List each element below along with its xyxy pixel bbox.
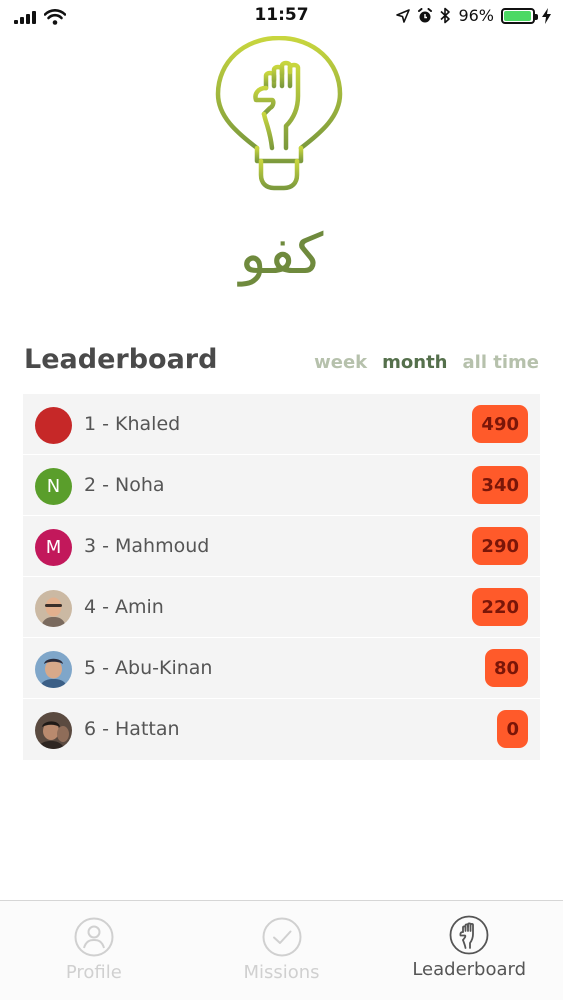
battery-icon	[501, 7, 538, 24]
user-icon	[74, 917, 114, 957]
person-photo-icon	[35, 712, 72, 749]
filter-week[interactable]: week	[314, 352, 367, 373]
alarm-icon	[418, 7, 433, 22]
leaderboard-row[interactable]: 1 - Khaled 490	[23, 394, 540, 455]
person-photo-icon	[35, 590, 72, 627]
leaderboard-list: 1 - Khaled 490 N 2 - Noha 340 M 3 - Mahm…	[23, 394, 540, 760]
score-badge: 0	[497, 710, 528, 748]
period-filters: week month all time	[314, 352, 539, 373]
leaderboard-row[interactable]: M 3 - Mahmoud 290	[23, 516, 540, 577]
avatar-photo	[35, 590, 72, 627]
bluetooth-icon	[440, 7, 451, 24]
brand-name: كفو	[239, 222, 324, 287]
leaderboard-row[interactable]: N 2 - Noha 340	[23, 455, 540, 516]
score-badge: 220	[472, 588, 528, 626]
avatar: M	[35, 529, 72, 566]
battery-tip	[535, 13, 538, 20]
player-name: 6 - Hattan	[84, 718, 180, 740]
charging-icon	[542, 7, 551, 24]
avatar-initial: N	[46, 476, 61, 497]
tab-profile[interactable]: Profile	[0, 901, 188, 1000]
tab-leaderboard[interactable]: Leaderboard	[375, 901, 563, 1000]
leaderboard-row[interactable]: 6 - Hattan 0	[23, 699, 540, 760]
player-name: 2 - Noha	[84, 474, 165, 496]
score-badge: 290	[472, 527, 528, 565]
battery-percent: 96%	[458, 6, 494, 25]
player-name: 5 - Abu-Kinan	[84, 657, 213, 679]
checkmark-circle-icon	[262, 917, 301, 957]
location-icon	[396, 8, 411, 23]
person-photo-icon	[35, 651, 72, 688]
avatar: N	[35, 468, 72, 505]
battery-level	[504, 10, 531, 21]
tab-bar: Profile Missions Leaderboard	[0, 900, 563, 1000]
tab-label: Leaderboard	[412, 959, 527, 980]
fist-lightbulb-icon	[215, 36, 343, 191]
player-name: 3 - Mahmoud	[84, 535, 210, 557]
tab-label: Missions	[243, 962, 320, 983]
score-badge: 490	[472, 405, 528, 443]
tab-missions[interactable]: Missions	[188, 901, 376, 1000]
score-badge: 80	[484, 649, 528, 687]
status-bar: 11:57 96%	[0, 0, 563, 34]
player-name: 4 - Amin	[84, 596, 164, 618]
fist-icon	[449, 915, 489, 955]
filter-all-time[interactable]: all time	[463, 352, 540, 373]
avatar-photo	[35, 651, 72, 688]
avatar	[35, 407, 72, 444]
tab-label: Profile	[65, 962, 122, 983]
leaderboard-title: Leaderboard	[24, 344, 218, 375]
avatar-initial: M	[45, 537, 62, 558]
leaderboard-row[interactable]: 5 - Abu-Kinan 80	[23, 638, 540, 699]
avatar-photo	[35, 712, 72, 749]
status-right: 96%	[396, 6, 551, 25]
leaderboard-row[interactable]: 4 - Amin 220	[23, 577, 540, 638]
filter-month[interactable]: month	[382, 352, 447, 373]
player-name: 1 - Khaled	[84, 413, 181, 435]
score-badge: 340	[472, 466, 528, 504]
